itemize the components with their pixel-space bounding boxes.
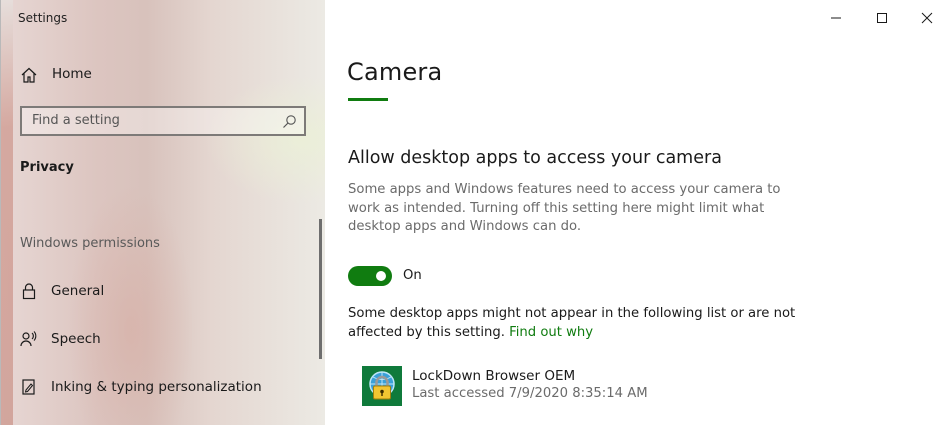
maximize-icon [877,13,887,23]
sidebar-item-label: Speech [51,331,101,347]
speech-icon [20,330,38,348]
minimize-icon [831,17,841,19]
nav-home-label: Home [52,66,92,82]
sidebar-item-label: Inking & typing personalization [51,379,262,395]
app-list-item: LockDown Browser OEM Last accessed 7/9/2… [362,366,762,408]
sidebar-item-general[interactable]: General [1,275,323,309]
app-name: LockDown Browser OEM [412,368,576,384]
app-title: Settings [18,11,68,25]
inking-icon [20,378,38,396]
settings-window: Settings Home Find a setting Privacy Win… [0,0,949,425]
lock-icon [20,282,38,300]
sidebar: Settings Home Find a setting Privacy Win… [1,0,325,425]
search-icon[interactable] [282,114,297,129]
maximize-button[interactable] [859,0,905,36]
home-icon [20,66,38,84]
group-header-windows-permissions: Windows permissions [20,236,160,251]
app-last-accessed: Last accessed 7/9/2020 8:35:14 AM [412,386,648,401]
minimize-button[interactable] [813,0,859,36]
close-icon [921,12,933,24]
page-title: Camera [347,58,443,86]
sidebar-item-speech[interactable]: Speech [1,323,323,357]
section-title-privacy: Privacy [20,160,74,175]
section-description: Some apps and Windows features need to a… [348,182,781,234]
find-out-why-link[interactable]: Find out why [509,325,593,340]
search-placeholder: Find a setting [32,113,120,128]
nav-home[interactable]: Home [1,60,323,90]
toggle-knob [376,271,386,281]
sidebar-scrollbar[interactable] [319,219,322,359]
close-button[interactable] [904,0,949,36]
desktop-apps-note: Some desktop apps might not appear in th… [348,305,818,342]
lockdown-browser-icon [362,366,402,406]
section-heading: Allow desktop apps to access your camera [348,148,722,168]
toggle-state-label: On [403,268,422,283]
search-input[interactable]: Find a setting [20,106,306,136]
sidebar-item-inking-typing[interactable]: Inking & typing personalization [1,371,323,405]
title-accent-bar [348,98,388,101]
sidebar-item-label: General [51,283,105,299]
desktop-apps-camera-toggle[interactable] [348,266,392,286]
